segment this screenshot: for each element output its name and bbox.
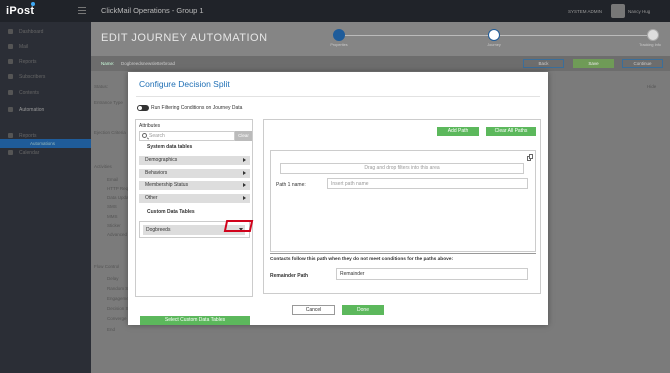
modal-divider xyxy=(136,96,540,97)
custom-table-selected-value: Dogbreeds xyxy=(146,227,171,233)
attr-row-label: Demographics xyxy=(145,157,178,163)
filter-drop-zone[interactable]: Drag and drop filters into this area xyxy=(280,163,524,174)
path-1-label: Path 1 name: xyxy=(276,182,306,188)
path-1-box: Drag and drop filters into this area Pat… xyxy=(270,150,536,252)
custom-data-tables-heading: Custom Data Tables xyxy=(147,209,195,215)
paths-panel: Add Path Clear All Paths Drag and drop f… xyxy=(263,119,541,294)
attr-row-label: Membership Status xyxy=(145,182,189,188)
attr-row-label: Behaviors xyxy=(145,170,168,176)
remainder-info-text: Contacts follow this path when they do n… xyxy=(270,257,454,262)
caret-right-icon xyxy=(243,171,246,175)
attr-row-label: Other xyxy=(145,195,158,201)
caret-right-icon xyxy=(243,158,246,162)
attributes-title: Attributes xyxy=(139,123,161,129)
annotation-highlight-box xyxy=(223,220,254,232)
copy-icon[interactable] xyxy=(527,154,533,161)
toggle-label: Run Filtering Conditions on Journey Data xyxy=(151,105,243,111)
modal-overlay: Configure Decision Split Run Filtering C… xyxy=(0,0,670,373)
attr-row-demographics[interactable]: Demographics xyxy=(139,156,250,165)
search-box xyxy=(139,131,235,141)
add-path-button[interactable]: Add Path xyxy=(437,127,479,136)
search-icon xyxy=(142,133,147,138)
path-divider xyxy=(270,253,536,254)
path-1-name-input[interactable] xyxy=(327,178,528,189)
attr-row-membership-status[interactable]: Membership Status xyxy=(139,181,250,190)
select-custom-data-tables-button[interactable]: Select Custom Data Tables xyxy=(140,316,250,325)
system-data-tables-heading: System data tables xyxy=(147,144,193,150)
configure-decision-split-modal: Configure Decision Split Run Filtering C… xyxy=(128,72,548,325)
attr-row-behaviors[interactable]: Behaviors xyxy=(139,169,250,178)
clear-button[interactable]: Clear xyxy=(235,131,252,141)
search-input[interactable] xyxy=(149,132,234,140)
remainder-path-input[interactable] xyxy=(336,268,528,280)
modal-title: Configure Decision Split xyxy=(139,79,230,89)
attributes-panel: Attributes Clear System data tables Demo… xyxy=(135,119,253,325)
cancel-button[interactable]: Cancel xyxy=(292,305,335,315)
caret-right-icon xyxy=(243,183,246,187)
remainder-path-label: Remainder Path xyxy=(270,273,309,279)
clear-all-paths-button[interactable]: Clear All Paths xyxy=(486,127,536,136)
run-filtering-toggle[interactable] xyxy=(137,105,149,111)
done-button[interactable]: Done xyxy=(342,305,384,315)
attr-row-other[interactable]: Other xyxy=(139,194,250,203)
caret-right-icon xyxy=(243,196,246,200)
